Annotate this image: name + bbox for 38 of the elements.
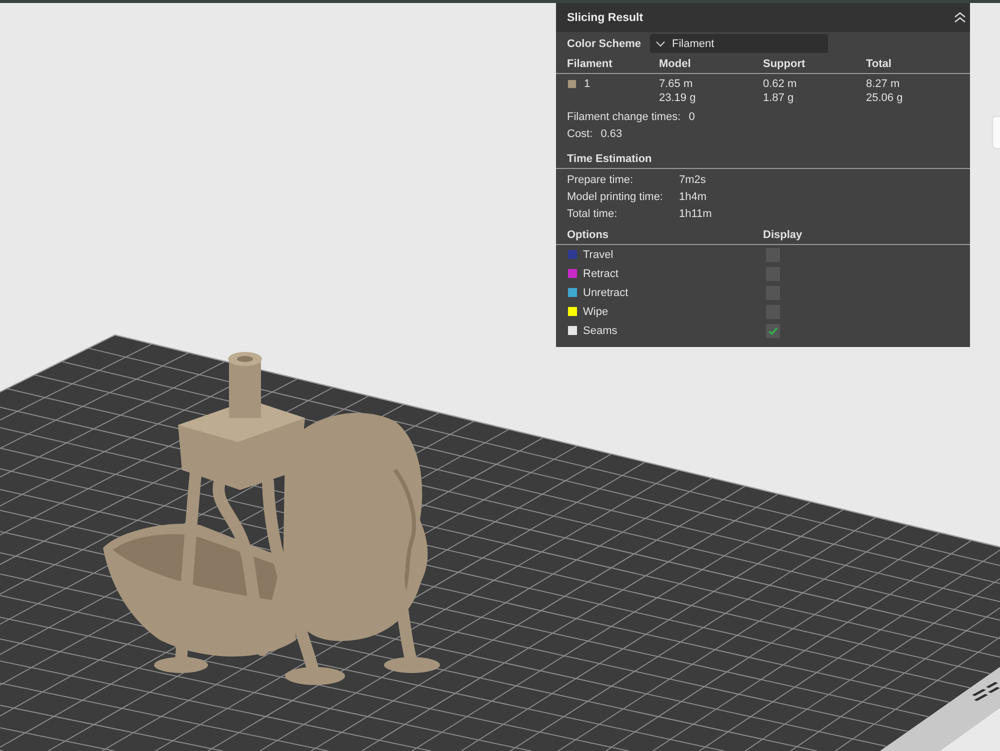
display-checkbox[interactable] <box>766 324 780 338</box>
color-scheme-label: Color Scheme <box>567 36 642 50</box>
side-panel-tab[interactable] <box>993 117 1000 148</box>
plate-logo-icon <box>972 682 1000 701</box>
column-header: Options <box>567 229 609 241</box>
color-scheme-dropdown[interactable]: Filament <box>650 34 828 53</box>
double-chevron-up-icon[interactable] <box>954 12 966 23</box>
option-label: Retract <box>583 266 618 280</box>
section-title: Time Estimation <box>567 153 652 165</box>
column-header: Display <box>763 229 802 241</box>
time-value: 1h4m <box>679 190 707 204</box>
column-header: Support <box>763 58 806 70</box>
usage-value: 8.27 m <box>866 77 900 91</box>
usage-value: 23.19 g <box>659 91 696 105</box>
summary-label: Filament change times: <box>567 110 681 124</box>
usage-value: 0.62 m <box>763 77 797 91</box>
option-label: Seams <box>583 324 618 338</box>
checkmark-icon <box>768 326 778 334</box>
summary-label: Cost: <box>567 126 593 140</box>
time-value: 7m2s <box>679 172 706 186</box>
usage-value: 1.87 g <box>763 91 794 105</box>
filament-number: 1 <box>584 77 590 91</box>
chevron-down-icon <box>656 40 665 46</box>
panel-title: Slicing Result <box>567 10 644 24</box>
option-label: Travel <box>583 248 614 262</box>
time-value: 1h11m <box>679 206 712 220</box>
column-header: Total <box>866 58 892 70</box>
option-label: Unretract <box>583 286 628 300</box>
summary-value: 0.63 <box>600 126 622 140</box>
usage-value: 25.06 g <box>866 91 903 105</box>
summary-value: 0 <box>688 110 695 124</box>
time-label: Prepare time: <box>567 174 634 186</box>
column-header: Filament <box>567 58 612 70</box>
time-label: Total time: <box>567 208 618 220</box>
time-label: Model printing time: <box>567 190 663 202</box>
column-header: Model <box>659 58 691 70</box>
usage-value: 7.65 m <box>659 77 693 91</box>
option-label: Wipe <box>583 304 608 318</box>
